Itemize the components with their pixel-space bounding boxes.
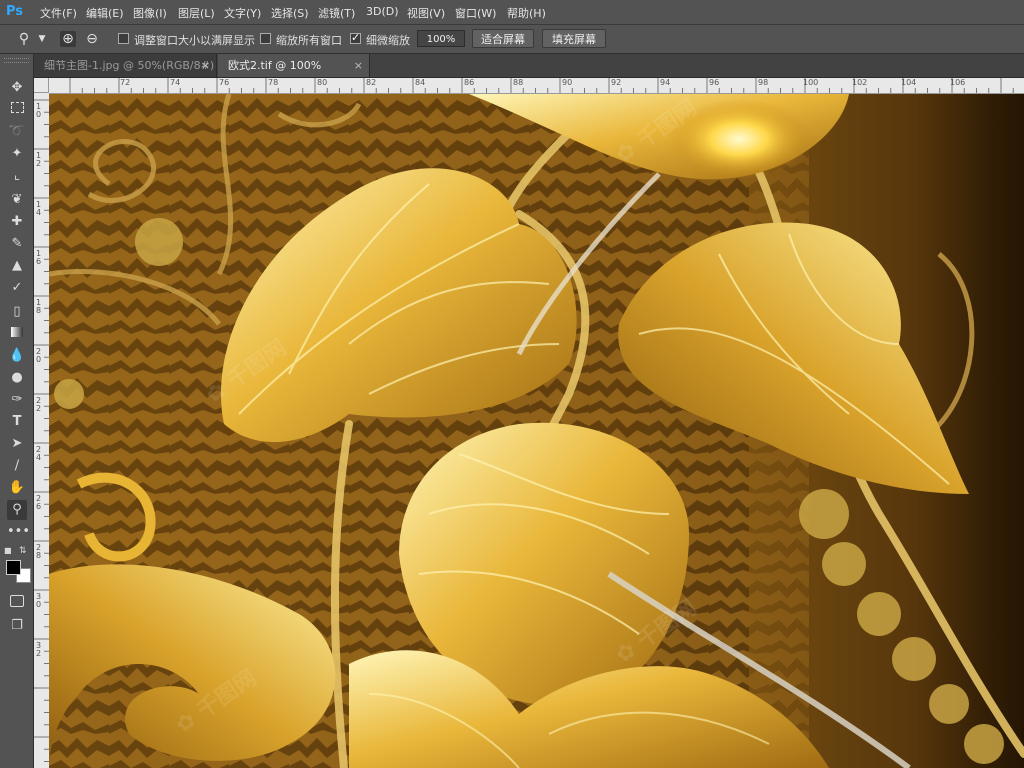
ruler-ticks [69, 78, 1014, 93]
stamp-icon[interactable]: ▲ [7, 256, 27, 276]
scrubby-zoom-checkbox[interactable] [350, 31, 361, 44]
eyedropper-icon[interactable]: ❦ [7, 190, 27, 210]
tools-panel: ✥ ➰ ✦ ⌞ ❦ ✚ ✎ ▲ ✓ ▯ 💧 ● ✑ T ➤ ∕ ✋ ⚲ ••• … [0, 54, 34, 768]
tab-document-1[interactable]: 细节主图-1.jpg @ 50%(RGB/8#) * × [34, 54, 217, 95]
menu-3d[interactable]: 3D(D) [366, 5, 399, 18]
eraser-icon[interactable]: ▯ [7, 302, 27, 322]
gradient-icon[interactable] [7, 324, 27, 344]
line-icon[interactable]: ∕ [7, 456, 27, 476]
ruler-label: 92 [611, 78, 622, 87]
lasso-icon[interactable]: ➰ [7, 122, 27, 142]
ruler-label: 100 [803, 78, 819, 87]
ruler-label: 94 [660, 78, 671, 87]
ruler-label: 1 4 [36, 200, 42, 217]
close-icon[interactable]: × [354, 54, 363, 77]
menu-bar: Ps 文件(F) 编辑(E) 图像(I) 图层(L) 文字(Y) 选择(S) 滤… [0, 0, 1024, 25]
zoom-percent-field[interactable]: 100% [417, 30, 465, 47]
ruler-label: 84 [415, 78, 426, 87]
ruler-label: 2 4 [36, 445, 42, 462]
ruler-label: 2 6 [36, 494, 42, 511]
ruler-label: 1 0 [36, 102, 42, 119]
scrubby-zoom-label: 细微缩放 [366, 34, 410, 47]
zoom-all-windows-label: 缩放所有窗口 [276, 34, 342, 47]
ruler-label: 82 [366, 78, 377, 87]
menu-file[interactable]: 文件(F) [40, 5, 77, 21]
panel-grip[interactable] [4, 58, 29, 63]
ruler-label: 2 8 [36, 543, 42, 560]
ruler-label: 3 2 [36, 641, 42, 658]
ruler-label: 72 [120, 78, 131, 87]
chevron-down-icon[interactable]: ▼ [34, 31, 50, 47]
swap-colors-icon[interactable]: ⇅ [19, 546, 27, 556]
artwork [49, 94, 1024, 768]
magic-wand-icon[interactable]: ✦ [7, 144, 27, 164]
zoom-tool-preset-icon[interactable]: ⚲ [16, 31, 32, 47]
ruler-label: 1 2 [36, 151, 42, 168]
default-colors-icon[interactable]: ■ [4, 546, 12, 555]
history-brush-icon[interactable]: ✓ [7, 278, 27, 298]
ruler-label: 90 [562, 78, 573, 87]
type-icon[interactable]: T [7, 412, 27, 432]
ruler-label: 102 [852, 78, 868, 87]
ruler-label: 76 [219, 78, 230, 87]
more-tools-icon[interactable]: ••• [7, 522, 30, 542]
menu-type[interactable]: 文字(Y) [224, 5, 261, 21]
ruler-label: 106 [950, 78, 966, 87]
ruler-label: 86 [464, 78, 475, 87]
brush-icon[interactable]: ✎ [7, 234, 27, 254]
ruler-label: 88 [513, 78, 524, 87]
tab-document-2[interactable]: 欧式2.tif @ 100%(RGB/8#) × [218, 54, 370, 95]
ruler-ticks [34, 99, 49, 762]
menu-view[interactable]: 视图(V) [407, 5, 445, 21]
zoom-all-windows-checkbox[interactable] [260, 33, 271, 44]
marquee-icon[interactable] [7, 100, 27, 120]
vertical-ruler[interactable]: 1 0 1 2 1 4 1 6 1 8 2 0 2 2 2 4 2 6 2 8 … [34, 93, 50, 768]
ruler-label: 98 [758, 78, 769, 87]
close-icon[interactable]: × [201, 54, 210, 77]
crop-icon[interactable]: ⌞ [7, 166, 27, 186]
ruler-label: 96 [709, 78, 720, 87]
menu-select[interactable]: 选择(S) [271, 5, 309, 21]
ruler-label: 2 0 [36, 347, 42, 364]
color-swatches[interactable]: ■ ⇅ [4, 546, 31, 586]
fill-screen-button[interactable]: 填充屏幕 [542, 29, 606, 48]
menu-edit[interactable]: 编辑(E) [86, 5, 124, 21]
ruler-label: 74 [170, 78, 181, 87]
fit-screen-button[interactable]: 适合屏幕 [472, 29, 534, 48]
photoshop-logo[interactable]: Ps [6, 4, 28, 20]
ruler-label: 80 [317, 78, 328, 87]
ruler-label: 1 8 [36, 298, 42, 315]
options-bar: ⚲ ▼ ⊕ ⊖ 调整窗口大小以满屏显示 缩放所有窗口 细微缩放 100% 适合屏… [0, 25, 1024, 54]
blur-icon[interactable]: 💧 [7, 346, 27, 366]
document-canvas[interactable]: ✿ 千图网 ✿ 千图网 ✿ 千图网 ✿ 千图网 [49, 94, 1024, 768]
ruler-label: 1 6 [36, 249, 42, 266]
zoom-out-icon[interactable]: ⊖ [84, 31, 100, 47]
screen-mode-icon[interactable]: ❐ [7, 616, 27, 636]
menu-help[interactable]: 帮助(H) [507, 5, 546, 21]
quick-mask-icon[interactable] [7, 594, 27, 614]
healing-icon[interactable]: ✚ [7, 212, 27, 232]
resize-windows-label: 调整窗口大小以满屏显示 [134, 34, 255, 47]
menu-window[interactable]: 窗口(W) [455, 5, 496, 21]
horizontal-ruler[interactable]: 72 74 76 78 80 82 84 86 88 90 92 94 96 9… [49, 78, 1024, 94]
pen-icon[interactable]: ✑ [7, 390, 27, 410]
ruler-label: 78 [268, 78, 279, 87]
ruler-label: 2 2 [36, 396, 42, 413]
menu-layer[interactable]: 图层(L) [178, 5, 215, 21]
zoom-in-icon[interactable]: ⊕ [60, 31, 76, 47]
ruler-label: 104 [901, 78, 917, 87]
menu-filter[interactable]: 滤镜(T) [318, 5, 355, 21]
resize-windows-checkbox[interactable] [118, 33, 129, 44]
menu-image[interactable]: 图像(I) [133, 5, 167, 21]
foreground-color-swatch[interactable] [6, 560, 21, 575]
ruler-origin[interactable] [34, 78, 49, 93]
hand-icon[interactable]: ✋ [7, 478, 27, 498]
dodge-icon[interactable]: ● [7, 368, 27, 388]
zoom-icon[interactable]: ⚲ [7, 500, 27, 520]
document-tab-bar: 细节主图-1.jpg @ 50%(RGB/8#) * × 欧式2.tif @ 1… [34, 54, 1024, 95]
ruler-label: 3 0 [36, 592, 42, 609]
path-select-icon[interactable]: ➤ [7, 434, 27, 454]
move-icon[interactable]: ✥ [7, 78, 27, 98]
